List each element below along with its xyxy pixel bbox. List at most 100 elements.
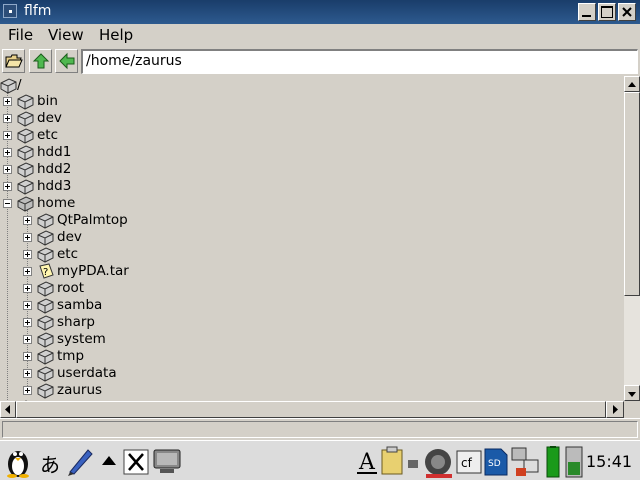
tree-node-userdata[interactable]: userdata — [20, 365, 180, 382]
expand-icon[interactable] — [3, 182, 12, 191]
window-menu-icon[interactable] — [3, 4, 17, 18]
expand-icon[interactable] — [3, 165, 12, 174]
expand-icon[interactable] — [3, 148, 12, 157]
ac-power-icon[interactable] — [564, 446, 584, 478]
tree-label: hdd2 — [37, 161, 72, 177]
tree-node-home-dev[interactable]: dev — [20, 229, 180, 246]
clock[interactable]: 15:41 — [586, 452, 632, 471]
folder-icon — [17, 111, 34, 127]
tree-label: tmp — [57, 348, 85, 364]
scroll-left-button[interactable] — [0, 401, 16, 418]
scroll-down-button[interactable] — [624, 385, 640, 401]
tree-node-hdd3[interactable]: hdd3 — [0, 178, 120, 195]
horizontal-scrollbar[interactable] — [0, 401, 624, 418]
expand-icon[interactable] — [23, 369, 32, 378]
folder-icon — [37, 298, 54, 314]
tree-node-hdd1[interactable]: hdd1 — [0, 144, 120, 161]
expand-icon[interactable] — [23, 284, 32, 293]
input-method-indicator[interactable]: あ — [40, 449, 60, 478]
expand-icon[interactable] — [23, 216, 32, 225]
tree-label: dev — [37, 110, 62, 126]
open-folder-icon — [5, 54, 23, 68]
maximize-button[interactable] — [598, 3, 616, 21]
tree-node-zaurus[interactable]: zaurus — [20, 382, 180, 399]
menu-view[interactable]: View — [48, 26, 84, 44]
font-icon[interactable]: A — [356, 446, 378, 476]
tree-label: userdata — [57, 365, 117, 381]
tree-node-dev[interactable]: dev — [0, 110, 120, 127]
expand-icon[interactable] — [23, 267, 32, 276]
expand-icon[interactable] — [23, 233, 32, 242]
window-list-icon[interactable] — [152, 446, 182, 476]
tree-label: / — [17, 77, 22, 93]
back-button[interactable] — [55, 49, 78, 73]
tree-node-qtpalmtop[interactable]: QtPalmtop — [20, 212, 180, 229]
battery-icon[interactable] — [543, 446, 563, 478]
tree-node-tmp[interactable]: tmp — [20, 348, 180, 365]
path-input[interactable]: /home/zaurus — [81, 49, 638, 74]
expand-icon[interactable] — [23, 318, 32, 327]
menu-help[interactable]: Help — [99, 26, 133, 44]
svg-text:?: ? — [43, 267, 48, 278]
cf-card-icon[interactable]: cf — [456, 450, 482, 474]
menu-file[interactable]: File — [8, 26, 33, 44]
expand-icon[interactable] — [3, 131, 12, 140]
scroll-up-button[interactable] — [624, 76, 640, 92]
sd-card-icon[interactable]: SD — [484, 448, 508, 476]
collapse-icon[interactable] — [3, 199, 12, 208]
tree-node-root[interactable]: / — [0, 77, 60, 94]
caret-up-icon[interactable] — [100, 453, 118, 467]
close-button[interactable] — [618, 3, 636, 21]
open-folder-button[interactable] — [2, 49, 25, 73]
expand-icon[interactable] — [23, 352, 32, 361]
tree-node-mypda-tar[interactable]: ? myPDA.tar — [20, 263, 180, 280]
horizontal-scroll-thumb[interactable] — [16, 401, 606, 418]
down-arrow-icon — [628, 392, 636, 397]
folder-icon — [17, 145, 34, 161]
pen-input-icon[interactable] — [66, 446, 94, 476]
expand-icon[interactable] — [3, 114, 12, 123]
up-arrow-icon — [628, 82, 636, 87]
parent-folder-button[interactable] — [29, 49, 52, 73]
network-icon[interactable] — [510, 446, 540, 478]
tree-node-bin[interactable]: bin — [0, 93, 120, 110]
expand-icon[interactable] — [23, 301, 32, 310]
folder-icon — [37, 230, 54, 246]
expand-icon[interactable] — [23, 386, 32, 395]
unknown-file-icon: ? — [39, 263, 54, 279]
tree-node-hdd2[interactable]: hdd2 — [0, 161, 120, 178]
expand-icon[interactable] — [3, 97, 12, 106]
folder-icon — [37, 281, 54, 297]
tree-node-home-etc[interactable]: etc — [20, 246, 180, 263]
tree-label: samba — [57, 297, 103, 313]
tree-node-root-dir[interactable]: root — [20, 280, 180, 297]
title-bar[interactable]: flfm — [0, 0, 640, 24]
minimize-button[interactable] — [578, 3, 596, 21]
right-arrow-icon — [613, 405, 618, 414]
folder-icon — [17, 162, 34, 178]
expand-icon[interactable] — [23, 250, 32, 259]
x-terminal-icon[interactable] — [123, 449, 149, 475]
tree-label: sharp — [57, 314, 95, 330]
tree-node-etc[interactable]: etc — [0, 127, 120, 144]
folder-icon — [0, 78, 17, 94]
directory-tree[interactable]: / bin dev etc hdd1 hdd2 hdd3 home QtPalm… — [0, 76, 624, 401]
svg-text:cf: cf — [461, 456, 473, 470]
folder-icon — [37, 332, 54, 348]
flfm-window: flfm File View Help /home/zaurus / bin d… — [0, 0, 640, 480]
clipboard-icon[interactable] — [380, 446, 404, 476]
tree-node-samba[interactable]: samba — [20, 297, 180, 314]
scroll-right-button[interactable] — [606, 401, 624, 418]
open-folder-icon — [17, 196, 34, 212]
tree-node-sharp[interactable]: sharp — [20, 314, 180, 331]
expand-icon[interactable] — [23, 335, 32, 344]
penguin-launcher-icon[interactable] — [3, 444, 33, 478]
tree-node-home[interactable]: home — [0, 195, 120, 212]
left-arrow-icon — [5, 405, 10, 414]
tree-label: system — [57, 331, 106, 347]
svg-text:A: A — [358, 450, 376, 475]
volume-icon[interactable] — [406, 446, 454, 480]
vertical-scrollbar[interactable] — [624, 76, 640, 401]
tree-node-system[interactable]: system — [20, 331, 180, 348]
vertical-scroll-thumb[interactable] — [624, 92, 640, 296]
